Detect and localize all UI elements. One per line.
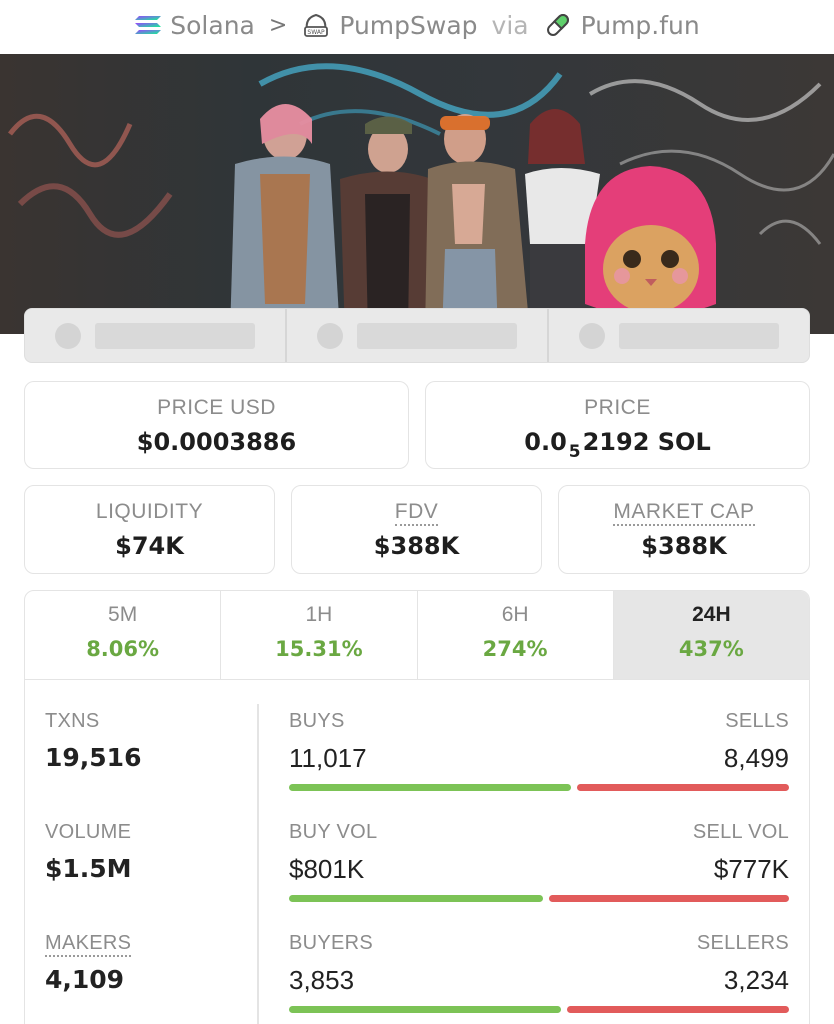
breadcrumb: Solana > SWAP PumpSwap via Pump.fun <box>0 0 834 50</box>
price-zero-count: 5 <box>568 442 581 462</box>
launchpad-name: Pump.fun <box>580 10 700 40</box>
price-usd-label: PRICE USD <box>157 396 276 419</box>
buys-value: 11,017 <box>289 743 367 773</box>
price-usd-card: PRICE USD $0.0003886 <box>24 381 409 469</box>
volume-label: VOLUME <box>45 821 132 843</box>
buyers-label: BUYERS <box>289 932 374 954</box>
tab-change: 274% <box>482 637 548 661</box>
timeframe-tabs: 5M 8.06% 1H 15.31% 6H 274% 24H 437% <box>24 590 810 680</box>
makers-split-row: BUYERS SELLERS 3,853 3,234 <box>289 932 789 1013</box>
market-cap-label[interactable]: MARKET CAP <box>613 500 755 526</box>
price-native-value: 0.0 52192 SOL <box>426 428 809 462</box>
link-label-placeholder <box>95 322 255 349</box>
breadcrumb-launchpad[interactable]: Pump.fun <box>543 10 700 40</box>
breadcrumb-chain[interactable]: Solana <box>134 11 255 40</box>
volume-split-row: BUY VOL SELL VOL $801K $777K <box>289 821 789 902</box>
tab-label: 24H <box>692 603 731 626</box>
link-label-placeholder <box>357 322 517 349</box>
svg-text:SWAP: SWAP <box>308 29 326 36</box>
pill-icon <box>546 14 569 36</box>
fdv-value: $388K <box>373 532 460 560</box>
sellers-value: 3,234 <box>723 965 789 995</box>
makers-ratio-bar <box>289 1006 789 1013</box>
via-label: via <box>491 10 529 40</box>
price-suffix: 2192 SOL <box>582 428 711 456</box>
txns-value: 19,516 <box>45 743 142 772</box>
buy-vol-bar <box>289 895 543 902</box>
link-icon <box>55 322 81 349</box>
breadcrumb-dex[interactable]: SWAP PumpSwap <box>301 10 478 40</box>
price-native-label: PRICE <box>584 396 651 419</box>
sells-label: SELLS <box>725 710 789 732</box>
chain-name: Solana <box>170 10 255 40</box>
tab-6h[interactable]: 6H 274% <box>418 591 614 679</box>
volume-block: VOLUME $1.5M <box>45 821 132 883</box>
link-icon <box>317 322 343 349</box>
link-tab-2[interactable] <box>287 309 549 362</box>
makers-value: 4,109 <box>45 965 125 994</box>
makers-label[interactable]: MAKERS <box>45 932 132 957</box>
tab-5m[interactable]: 5M 8.06% <box>25 591 222 679</box>
tab-1h[interactable]: 1H 15.31% <box>221 591 418 679</box>
buy-vol-value: $801K <box>289 854 365 884</box>
fdv-card[interactable]: FDV $388K <box>291 485 542 574</box>
sell-vol-label: SELL VOL <box>692 821 789 843</box>
link-icon <box>579 322 605 349</box>
price-usd-value: $0.0003886 <box>136 428 297 456</box>
tab-change: 15.31% <box>275 637 363 661</box>
buyers-bar <box>289 1006 561 1013</box>
buys-sells-ratio-bar <box>289 784 789 791</box>
buyers-value: 3,853 <box>289 965 355 995</box>
tab-label: 5M <box>108 603 138 626</box>
buy-vol-label: BUY VOL <box>289 821 378 843</box>
buys-label: BUYS <box>289 710 345 732</box>
market-cap-card[interactable]: MARKET CAP $388K <box>558 485 810 574</box>
pumpswap-icon: SWAP <box>304 13 329 37</box>
txns-block: TXNS 19,516 <box>45 710 141 772</box>
buys-sells-row: BUYS SELLS 11,017 8,499 <box>289 710 789 791</box>
tab-label: 1H <box>305 603 333 626</box>
trade-metrics-panel: TXNS 19,516 VOLUME $1.5M MAKERS 4,109 BU… <box>24 680 810 1024</box>
tab-change: 437% <box>678 637 744 661</box>
liquidity-card: LIQUIDITY $74K <box>24 485 275 574</box>
sell-bar <box>577 784 789 791</box>
sellers-bar <box>566 1006 789 1013</box>
solana-icon <box>135 16 162 34</box>
token-links-bar <box>24 308 810 363</box>
price-prefix: 0.0 <box>524 428 567 456</box>
liquidity-label: LIQUIDITY <box>95 500 204 523</box>
link-tab-3[interactable] <box>549 309 809 362</box>
sellers-label: SELLERS <box>696 932 789 954</box>
sell-vol-value: $777K <box>713 854 789 884</box>
sells-value: 8,499 <box>723 743 789 773</box>
sell-vol-bar <box>548 895 789 902</box>
tab-change: 8.06% <box>86 637 160 661</box>
fdv-label[interactable]: FDV <box>394 500 439 526</box>
dex-name: PumpSwap <box>339 10 478 40</box>
tab-24h[interactable]: 24H 437% <box>613 591 809 679</box>
volume-value: $1.5M <box>45 854 132 883</box>
price-native-card: PRICE 0.0 52192 SOL <box>425 381 810 469</box>
liquidity-value: $74K <box>115 532 184 560</box>
metrics-divider <box>257 704 259 1024</box>
token-banner-image <box>0 54 834 334</box>
buy-bar <box>289 784 572 791</box>
txns-label: TXNS <box>45 710 100 732</box>
volume-ratio-bar <box>289 895 789 902</box>
tab-label: 6H <box>501 603 529 626</box>
breadcrumb-separator: > <box>268 12 288 38</box>
makers-block[interactable]: MAKERS 4,109 <box>45 932 132 994</box>
link-tab-1[interactable] <box>25 309 287 362</box>
market-cap-value: $388K <box>641 532 727 560</box>
link-label-placeholder <box>619 322 779 349</box>
